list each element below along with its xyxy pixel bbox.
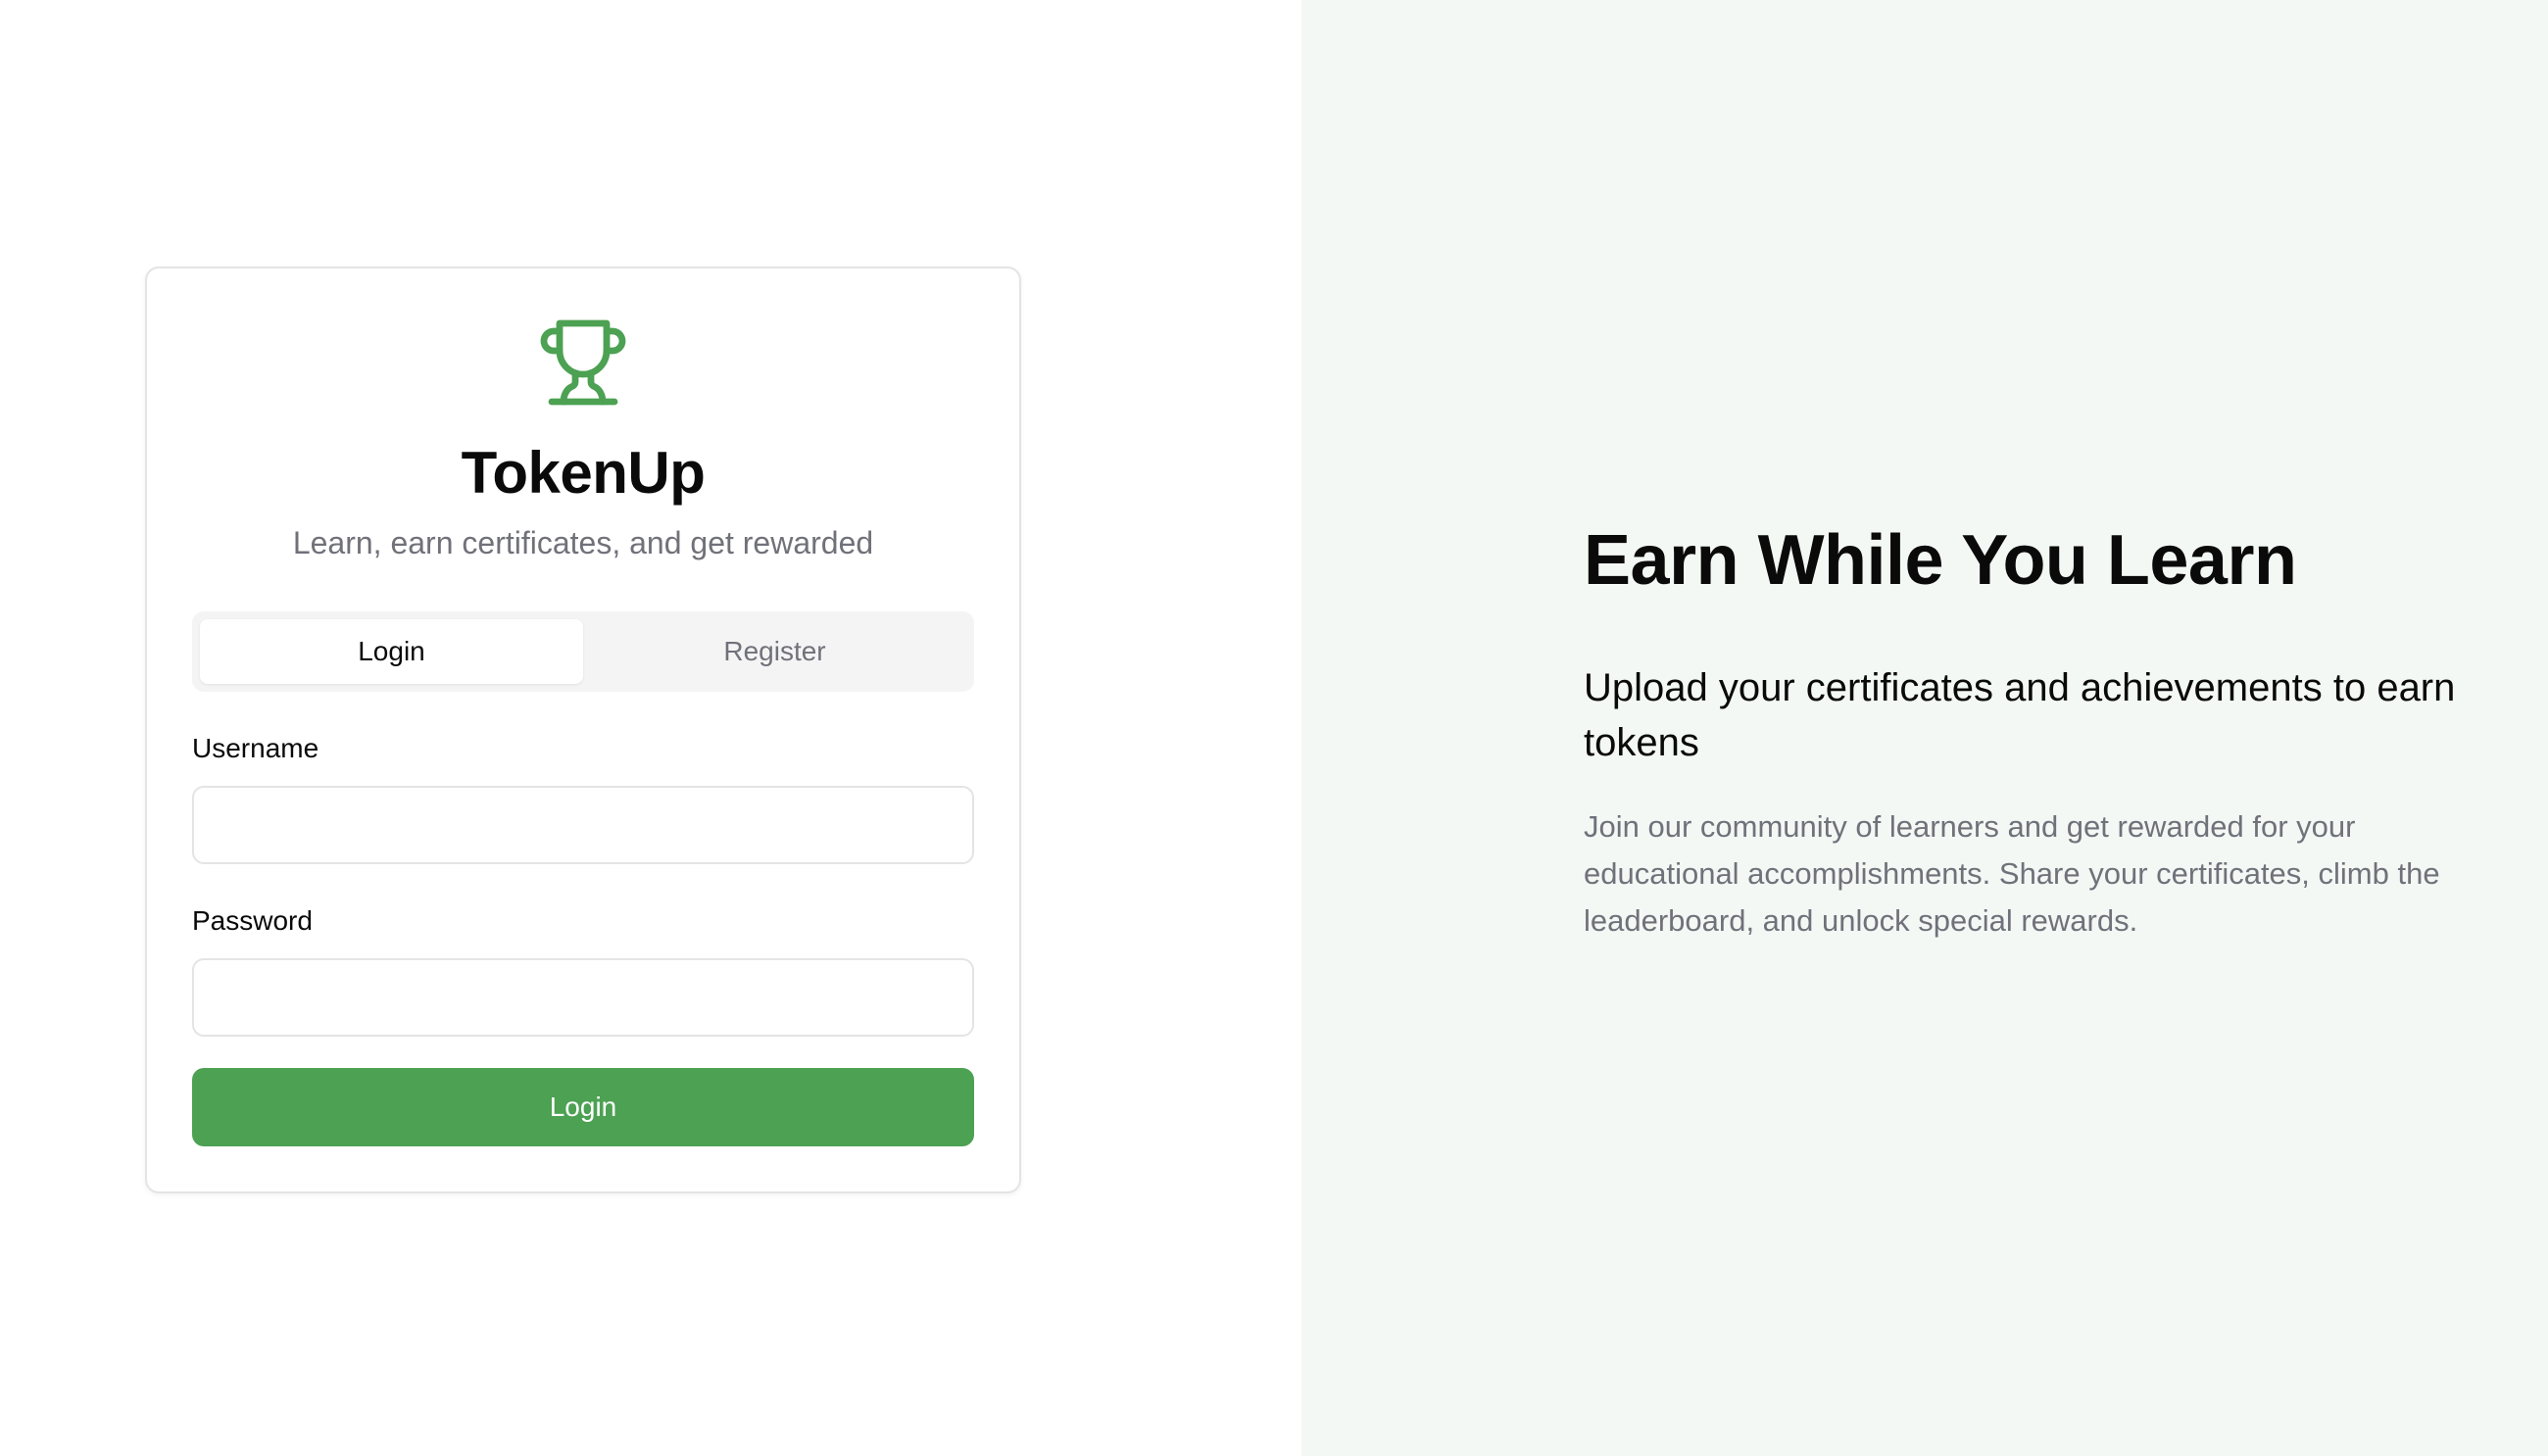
hero-subtitle: Upload your certificates and achievement… [1584, 666, 2456, 764]
tab-login[interactable]: Login [200, 619, 583, 684]
trophy-icon [540, 319, 626, 406]
auth-tabs: Login Register [192, 611, 974, 692]
username-label: Username [192, 733, 319, 763]
password-label: Password [192, 905, 313, 936]
hero-description: Join our community of learners and get r… [1584, 809, 2440, 938]
app-title: TokenUp [461, 440, 706, 506]
password-input[interactable] [192, 958, 974, 1037]
app-tagline: Learn, earn certificates, and get reward… [292, 525, 874, 560]
page: TokenUp Learn, earn certificates, and ge… [0, 0, 2548, 1456]
tab-register[interactable]: Register [583, 619, 966, 684]
auth-pane: TokenUp Learn, earn certificates, and ge… [0, 0, 1301, 1456]
username-input[interactable] [192, 786, 974, 864]
login-button[interactable]: Login [192, 1068, 974, 1146]
hero-title: Earn While You Learn [1584, 521, 2297, 600]
hero-pane: Earn While You Learn Upload your certifi… [1301, 0, 2548, 1456]
